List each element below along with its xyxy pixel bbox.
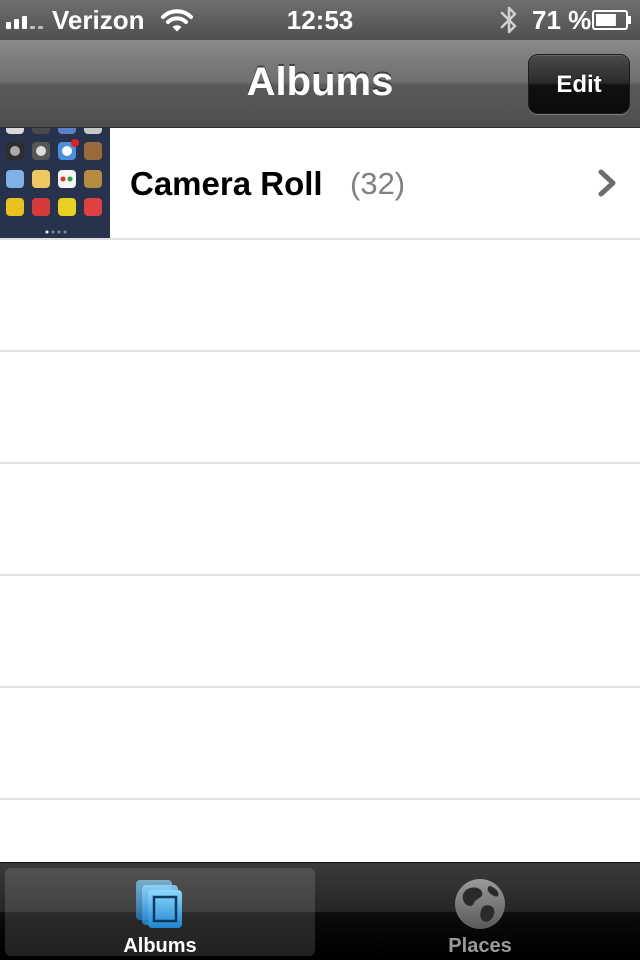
empty-row: [0, 688, 640, 800]
tab-bar: Albums Places: [0, 862, 640, 960]
status-bar: Verizon 12:53 71 %: [0, 0, 640, 40]
empty-row: [0, 464, 640, 576]
albums-list: Camera Roll (32): [0, 128, 640, 863]
chevron-right-icon: [598, 169, 616, 197]
battery-icon: [592, 10, 631, 30]
tab-albums-label: Albums: [123, 935, 197, 957]
album-thumbnail-image: [0, 128, 110, 238]
album-row-camera-roll[interactable]: Camera Roll (32): [0, 128, 640, 240]
navigation-bar: Albums Edit: [0, 40, 640, 128]
album-count: (32): [350, 166, 406, 201]
tab-places[interactable]: Places: [325, 868, 635, 957]
album-name: Camera Roll: [130, 165, 323, 202]
tab-albums[interactable]: Albums: [5, 868, 315, 957]
empty-row: [0, 352, 640, 464]
tab-places-label: Places: [448, 935, 512, 957]
albums-icon: [136, 880, 182, 928]
album-thumbnail: [0, 128, 110, 238]
empty-row: [0, 576, 640, 688]
globe-icon: [455, 879, 505, 929]
bluetooth-icon: [500, 6, 517, 34]
empty-row: [0, 240, 640, 352]
battery-percent: 71 %: [532, 5, 592, 35]
edit-button[interactable]: Edit: [528, 54, 630, 114]
